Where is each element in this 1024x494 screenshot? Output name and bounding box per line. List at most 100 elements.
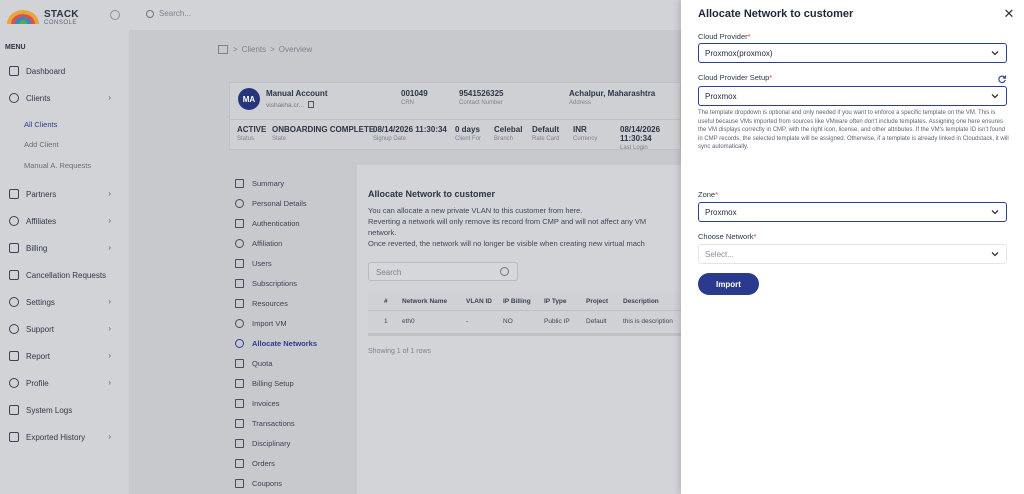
chevron-right-icon: › xyxy=(108,351,111,360)
refresh-icon[interactable] xyxy=(997,74,1007,84)
cloud-setup-select[interactable]: Proxmox xyxy=(698,86,1007,106)
contact-label: Contact Number xyxy=(459,100,503,106)
sidebar-item-report[interactable]: Report › xyxy=(9,349,121,363)
column-header[interactable]: Project xyxy=(586,298,608,305)
import-button[interactable]: Import xyxy=(698,273,759,295)
copy-icon[interactable] xyxy=(307,101,314,108)
search-icon[interactable] xyxy=(500,267,509,276)
file-icon xyxy=(9,243,19,253)
breadcrumb-clients[interactable]: Clients xyxy=(242,45,266,54)
sidebar-item-label: Clients xyxy=(26,93,51,103)
tab-affiliation[interactable]: Affiliation xyxy=(235,236,355,250)
tab-coupons[interactable]: Coupons xyxy=(235,476,355,490)
chevron-right-icon: › xyxy=(108,324,111,333)
sidebar-item-affiliates[interactable]: Affiliates › xyxy=(9,214,121,228)
description-line: Reverting a network will only remove its… xyxy=(368,217,647,226)
bookmark-icon xyxy=(235,278,244,288)
stat-client-for: 0 days Client For xyxy=(455,125,481,142)
tab-allocate-networks[interactable]: Allocate Networks xyxy=(235,336,355,350)
network-label: Choose Network* xyxy=(698,232,756,241)
close-icon[interactable]: ✕ xyxy=(1003,7,1015,20)
column-header[interactable]: VLAN ID xyxy=(466,298,492,305)
sidebar-item-settings[interactable]: Settings › xyxy=(9,295,121,309)
card-icon xyxy=(235,418,244,428)
tab-users[interactable]: Users xyxy=(235,256,355,270)
column-header[interactable]: Network Name xyxy=(402,298,447,305)
stat-status: ACTIVE Status xyxy=(237,125,266,142)
stat-last-login: 08/14/2026 11:30:34 Last Login xyxy=(620,125,680,151)
sidebar-item-partners[interactable]: Partners › xyxy=(9,187,121,201)
tab-label: Users xyxy=(252,258,272,268)
network-search-input[interactable]: Search xyxy=(368,262,518,281)
column-header[interactable]: IP Billing xyxy=(503,298,531,305)
stat-label: State xyxy=(272,136,287,142)
chevron-down-icon xyxy=(991,51,999,56)
sidebar-subitem-manual-requests[interactable]: Manual A. Requests xyxy=(24,161,91,170)
address-label: Address xyxy=(569,100,592,106)
table-footer: Showing 1 of 1 rows xyxy=(368,348,432,355)
tab-resources[interactable]: Resources xyxy=(235,296,355,310)
sidebar-subitem-all-clients[interactable]: All Clients xyxy=(24,120,57,129)
tab-personal-details[interactable]: Personal Details xyxy=(235,196,355,210)
sidebar-item-label: Settings xyxy=(26,297,55,307)
sidebar-item-clients[interactable]: Clients › xyxy=(9,91,121,105)
tab-quota[interactable]: Quota xyxy=(235,356,355,370)
tab-import-vm[interactable]: Import VM xyxy=(235,316,355,330)
stat-state: ONBOARDING COMPLETE State xyxy=(272,125,374,142)
sidebar-item-dashboard[interactable]: Dashboard xyxy=(9,64,121,78)
tab-summary[interactable]: Summary xyxy=(235,176,355,190)
sidebar-item-cancellation-requests[interactable]: Cancellation Requests xyxy=(9,268,121,282)
network-table: # Network Name VLAN ID IP Billing IP Typ… xyxy=(368,292,681,336)
description-line: Once reverted, the network will no longe… xyxy=(368,239,645,248)
tab-subscriptions[interactable]: Subscriptions xyxy=(235,276,355,290)
home-icon[interactable] xyxy=(218,45,228,54)
chevron-right-icon: › xyxy=(108,432,111,441)
address-value: Achalpur, Maharashtra xyxy=(569,89,656,98)
table-divider xyxy=(368,310,681,311)
sidebar-item-label: Profile xyxy=(26,378,49,388)
zone-select[interactable]: Proxmox xyxy=(698,202,1007,222)
network-placeholder: Select... xyxy=(705,250,734,259)
network-select[interactable]: Select... xyxy=(698,244,1007,264)
description-line: You can allocate a new private VLAN to t… xyxy=(368,206,583,215)
tab-authentication[interactable]: Authentication xyxy=(235,216,355,230)
sidebar-item-label: Partners xyxy=(26,189,57,199)
column-header[interactable]: IP Type xyxy=(544,298,567,305)
tab-disciplinary[interactable]: Disciplinary xyxy=(235,436,355,450)
sidebar-item-support[interactable]: Support › xyxy=(9,322,121,336)
sidebar-item-profile[interactable]: Profile › xyxy=(9,376,121,390)
tab-invoices[interactable]: Invoices xyxy=(235,396,355,410)
barcode-icon xyxy=(235,378,244,388)
tab-label: Billing Setup xyxy=(252,378,294,388)
required-mark: * xyxy=(747,32,751,41)
search-placeholder: Search xyxy=(376,268,402,277)
stat-value: ONBOARDING COMPLETE xyxy=(272,125,375,134)
sidebar-subitem-add-client[interactable]: Add Client xyxy=(24,140,59,149)
brand-logo[interactable]: STACK CONSOLE xyxy=(5,6,125,28)
tab-billing-setup[interactable]: Billing Setup xyxy=(235,376,355,390)
avatar: MA xyxy=(238,88,260,110)
tab-label: Orders xyxy=(252,458,275,468)
account-email-text: vishakha.cr... xyxy=(266,102,304,109)
sidebar-collapse-icon[interactable] xyxy=(110,10,120,20)
tab-orders[interactable]: Orders xyxy=(235,456,355,470)
eye-icon xyxy=(9,216,19,226)
global-search[interactable]: Search... xyxy=(146,9,191,18)
tab-label: Affiliation xyxy=(252,238,283,248)
cloud-provider-select[interactable]: Proxmox(proxmox) xyxy=(698,43,1007,63)
affiliation-icon xyxy=(235,238,244,248)
column-header[interactable]: Description xyxy=(623,298,659,305)
required-mark: * xyxy=(769,73,773,82)
topbar: Search... xyxy=(129,0,681,30)
sidebar-item-exported-history[interactable]: Exported History › xyxy=(9,430,121,444)
stat-currency: INR Currency xyxy=(573,125,597,142)
quota-icon xyxy=(235,358,244,368)
chevron-right-icon: › xyxy=(108,378,111,387)
cloud-setup-value: Proxmox xyxy=(705,92,737,101)
table-cell: Default xyxy=(586,318,607,325)
tab-transactions[interactable]: Transactions xyxy=(235,416,355,430)
tab-label: Allocate Networks xyxy=(252,338,318,348)
sidebar-item-system-logs[interactable]: System Logs xyxy=(9,403,121,417)
sidebar-item-billing[interactable]: Billing › xyxy=(9,241,121,255)
home-icon xyxy=(9,66,19,76)
